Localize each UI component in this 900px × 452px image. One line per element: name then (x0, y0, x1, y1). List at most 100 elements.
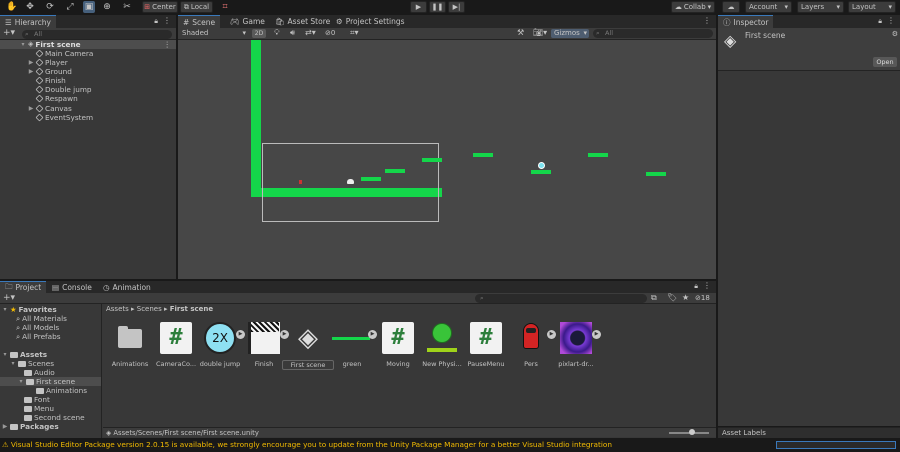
grid-snap-icon[interactable]: ⌗ (219, 1, 231, 13)
play-button[interactable]: ▶ (410, 1, 427, 13)
hierarchy-item-double-jump[interactable]: Double jump (28, 85, 92, 94)
expand-arrow-icon[interactable]: ▾ (20, 40, 26, 49)
hierarchy-item-player[interactable]: ▶ Player (28, 58, 68, 67)
transform-tool-icon[interactable]: ⊕ (101, 1, 113, 13)
custom-tool-icon[interactable]: ✂ (121, 1, 133, 13)
lock-icon[interactable]: 🔒︎ (694, 282, 698, 291)
asset-item[interactable]: New Physi... (418, 320, 466, 370)
effects-icon[interactable]: ⇄▾ (305, 28, 316, 37)
step-button[interactable]: ▶| (448, 1, 465, 13)
filter-label-icon[interactable]: 🏷︎ (667, 293, 677, 302)
breadcrumb-item[interactable]: First scene (170, 305, 213, 313)
favorites-item[interactable]: ⌕ All Prefabs (16, 332, 61, 341)
folder-menu[interactable]: Menu (24, 404, 54, 413)
favorites-item[interactable]: ⌕ All Materials (16, 314, 67, 323)
lock-icon[interactable]: 🔒︎ (154, 17, 158, 26)
camera-icon[interactable]: 📷︎▾ (533, 28, 547, 37)
account-dropdown[interactable]: Account ▾ (745, 1, 792, 13)
rotate-tool-icon[interactable]: ⟳ (44, 1, 56, 13)
lighting-icon[interactable]: 💡︎ (274, 28, 280, 38)
pivot-center-button[interactable]: ⊞ Center (142, 1, 178, 13)
layout-dropdown[interactable]: Layout ▾ (848, 1, 896, 13)
hierarchy-item-ground[interactable]: ▶ Ground (28, 67, 72, 76)
folder-scenes[interactable]: ▾ Scenes (10, 359, 54, 368)
folder-font[interactable]: Font (24, 395, 50, 404)
hierarchy-item-canvas[interactable]: ▶ Canvas (28, 104, 72, 113)
open-button[interactable]: Open (873, 57, 897, 67)
hierarchy-item-eventsystem[interactable]: EventSystem (28, 113, 93, 122)
2d-toggle-button[interactable]: 2D (252, 29, 266, 38)
hierarchy-item-main-camera[interactable]: Main Camera (28, 49, 93, 58)
tab-scene[interactable]: # Scene (178, 15, 221, 28)
scene-root-row[interactable]: ▾ ◈ First scene ⋮ (0, 40, 176, 49)
asset-item[interactable]: ▶ Pers (507, 320, 556, 370)
status-bar[interactable]: ⚠ Visual Studio Editor Package version 2… (0, 438, 900, 452)
tools-icon[interactable]: ⚒ (517, 28, 524, 37)
audio-icon[interactable]: 🔊︎ (290, 28, 295, 38)
filter-type-icon[interactable]: ⧉ (651, 293, 657, 303)
hierarchy-search-input[interactable]: ⌕ All (22, 30, 172, 39)
breadcrumb-item[interactable]: Scenes (137, 305, 162, 313)
gizmos-dropdown[interactable]: Gizmos ▾ (551, 29, 589, 38)
move-tool-icon[interactable]: ✥ (24, 1, 36, 13)
shading-mode-dropdown[interactable]: Shaded ▾ (180, 28, 248, 39)
folder-first-scene-row[interactable]: ▾ First scene (0, 377, 101, 386)
asset-item[interactable]: # CameraCo... (152, 320, 200, 370)
expand-arrow-icon[interactable]: ▶ (28, 67, 34, 76)
assets-header[interactable]: ▾ Assets (2, 350, 47, 359)
tab-project-settings[interactable]: ⚙ Project Settings (331, 15, 410, 28)
tab-console[interactable]: ▤ Console (47, 281, 97, 293)
thumbnail-size-slider[interactable] (669, 429, 709, 435)
create-button[interactable]: +▾ (3, 28, 15, 38)
folder-second-scene[interactable]: Second scene (24, 413, 85, 422)
favorites-header[interactable]: ▾ ★ Favorites (2, 305, 56, 314)
hand-tool-icon[interactable]: ✋ (6, 1, 18, 13)
tab-game[interactable]: 🎮︎ Game (225, 15, 270, 28)
grid-icon[interactable]: ⌗▾ (350, 28, 359, 38)
hierarchy-item-finish[interactable]: Finish (28, 76, 66, 85)
favorite-star-icon[interactable]: ★ (682, 293, 689, 302)
cloud-services-button[interactable]: ☁ (722, 1, 740, 13)
hidden-objects-toggle[interactable]: ⊘0 (325, 28, 335, 39)
more-menu-icon[interactable]: ⋮ (163, 16, 171, 25)
project-search-input[interactable]: ⌕ (475, 294, 647, 303)
asset-item[interactable]: Animations (106, 320, 154, 370)
more-menu-icon[interactable]: ⋮ (703, 16, 711, 25)
favorites-item[interactable]: ⌕ All Models (16, 323, 59, 332)
tab-hierarchy[interactable]: ☰ Hierarchy (0, 15, 56, 28)
collab-dropdown[interactable]: ☁ Collab ▾ (671, 1, 715, 13)
tab-inspector[interactable]: ⓘ Inspector (718, 15, 774, 28)
expand-prefab-icon[interactable]: ▶ (592, 330, 601, 339)
asset-item[interactable]: ◈ First scene (282, 320, 334, 370)
hidden-packages-toggle[interactable]: ⊘18 (695, 293, 710, 304)
lock-icon[interactable]: 🔒︎ (878, 17, 882, 26)
pause-button[interactable]: ❚❚ (429, 1, 446, 13)
layers-dropdown[interactable]: Layers ▾ (797, 1, 844, 13)
packages-header[interactable]: ▶ Packages (2, 422, 59, 431)
scale-tool-icon[interactable]: ⤢ (64, 1, 76, 13)
asset-item[interactable]: ▶ pixlart-dr... (552, 320, 601, 370)
scene-search-input[interactable]: ⌕ All (593, 29, 713, 38)
expand-arrow-icon[interactable]: ▶ (28, 58, 34, 67)
asset-item[interactable]: # PauseMenu (462, 320, 510, 370)
asset-item[interactable]: # Moving (374, 320, 422, 370)
tab-asset-store[interactable]: 🛍︎ Asset Store (270, 15, 335, 28)
tab-project[interactable]: 🗀 Project (0, 281, 47, 293)
breadcrumb-item[interactable]: Assets (106, 305, 129, 313)
folder-audio[interactable]: Audio (24, 368, 55, 377)
asset-item[interactable]: 2X ▶ double jump (196, 320, 245, 370)
pivot-local-button[interactable]: ⧉ Local (180, 1, 213, 13)
scene-viewport[interactable] (178, 40, 716, 279)
asset-item[interactable]: ▶ Finish (240, 320, 289, 370)
more-menu-icon[interactable]: ⋮ (164, 40, 172, 49)
rect-tool-icon[interactable]: ▣ (83, 1, 95, 13)
create-button[interactable]: +▾ (3, 293, 15, 303)
asset-item[interactable]: ▶ green (328, 320, 377, 370)
tab-animation[interactable]: ◷ Animation (98, 281, 156, 293)
settings-icon[interactable]: ⚙ (892, 30, 898, 38)
more-menu-icon[interactable]: ⋮ (703, 281, 711, 290)
expand-arrow-icon[interactable]: ▶ (28, 104, 34, 113)
hierarchy-item-respawn[interactable]: Respawn (28, 94, 78, 103)
more-menu-icon[interactable]: ⋮ (887, 16, 895, 25)
folder-animations[interactable]: Animations (36, 386, 87, 395)
